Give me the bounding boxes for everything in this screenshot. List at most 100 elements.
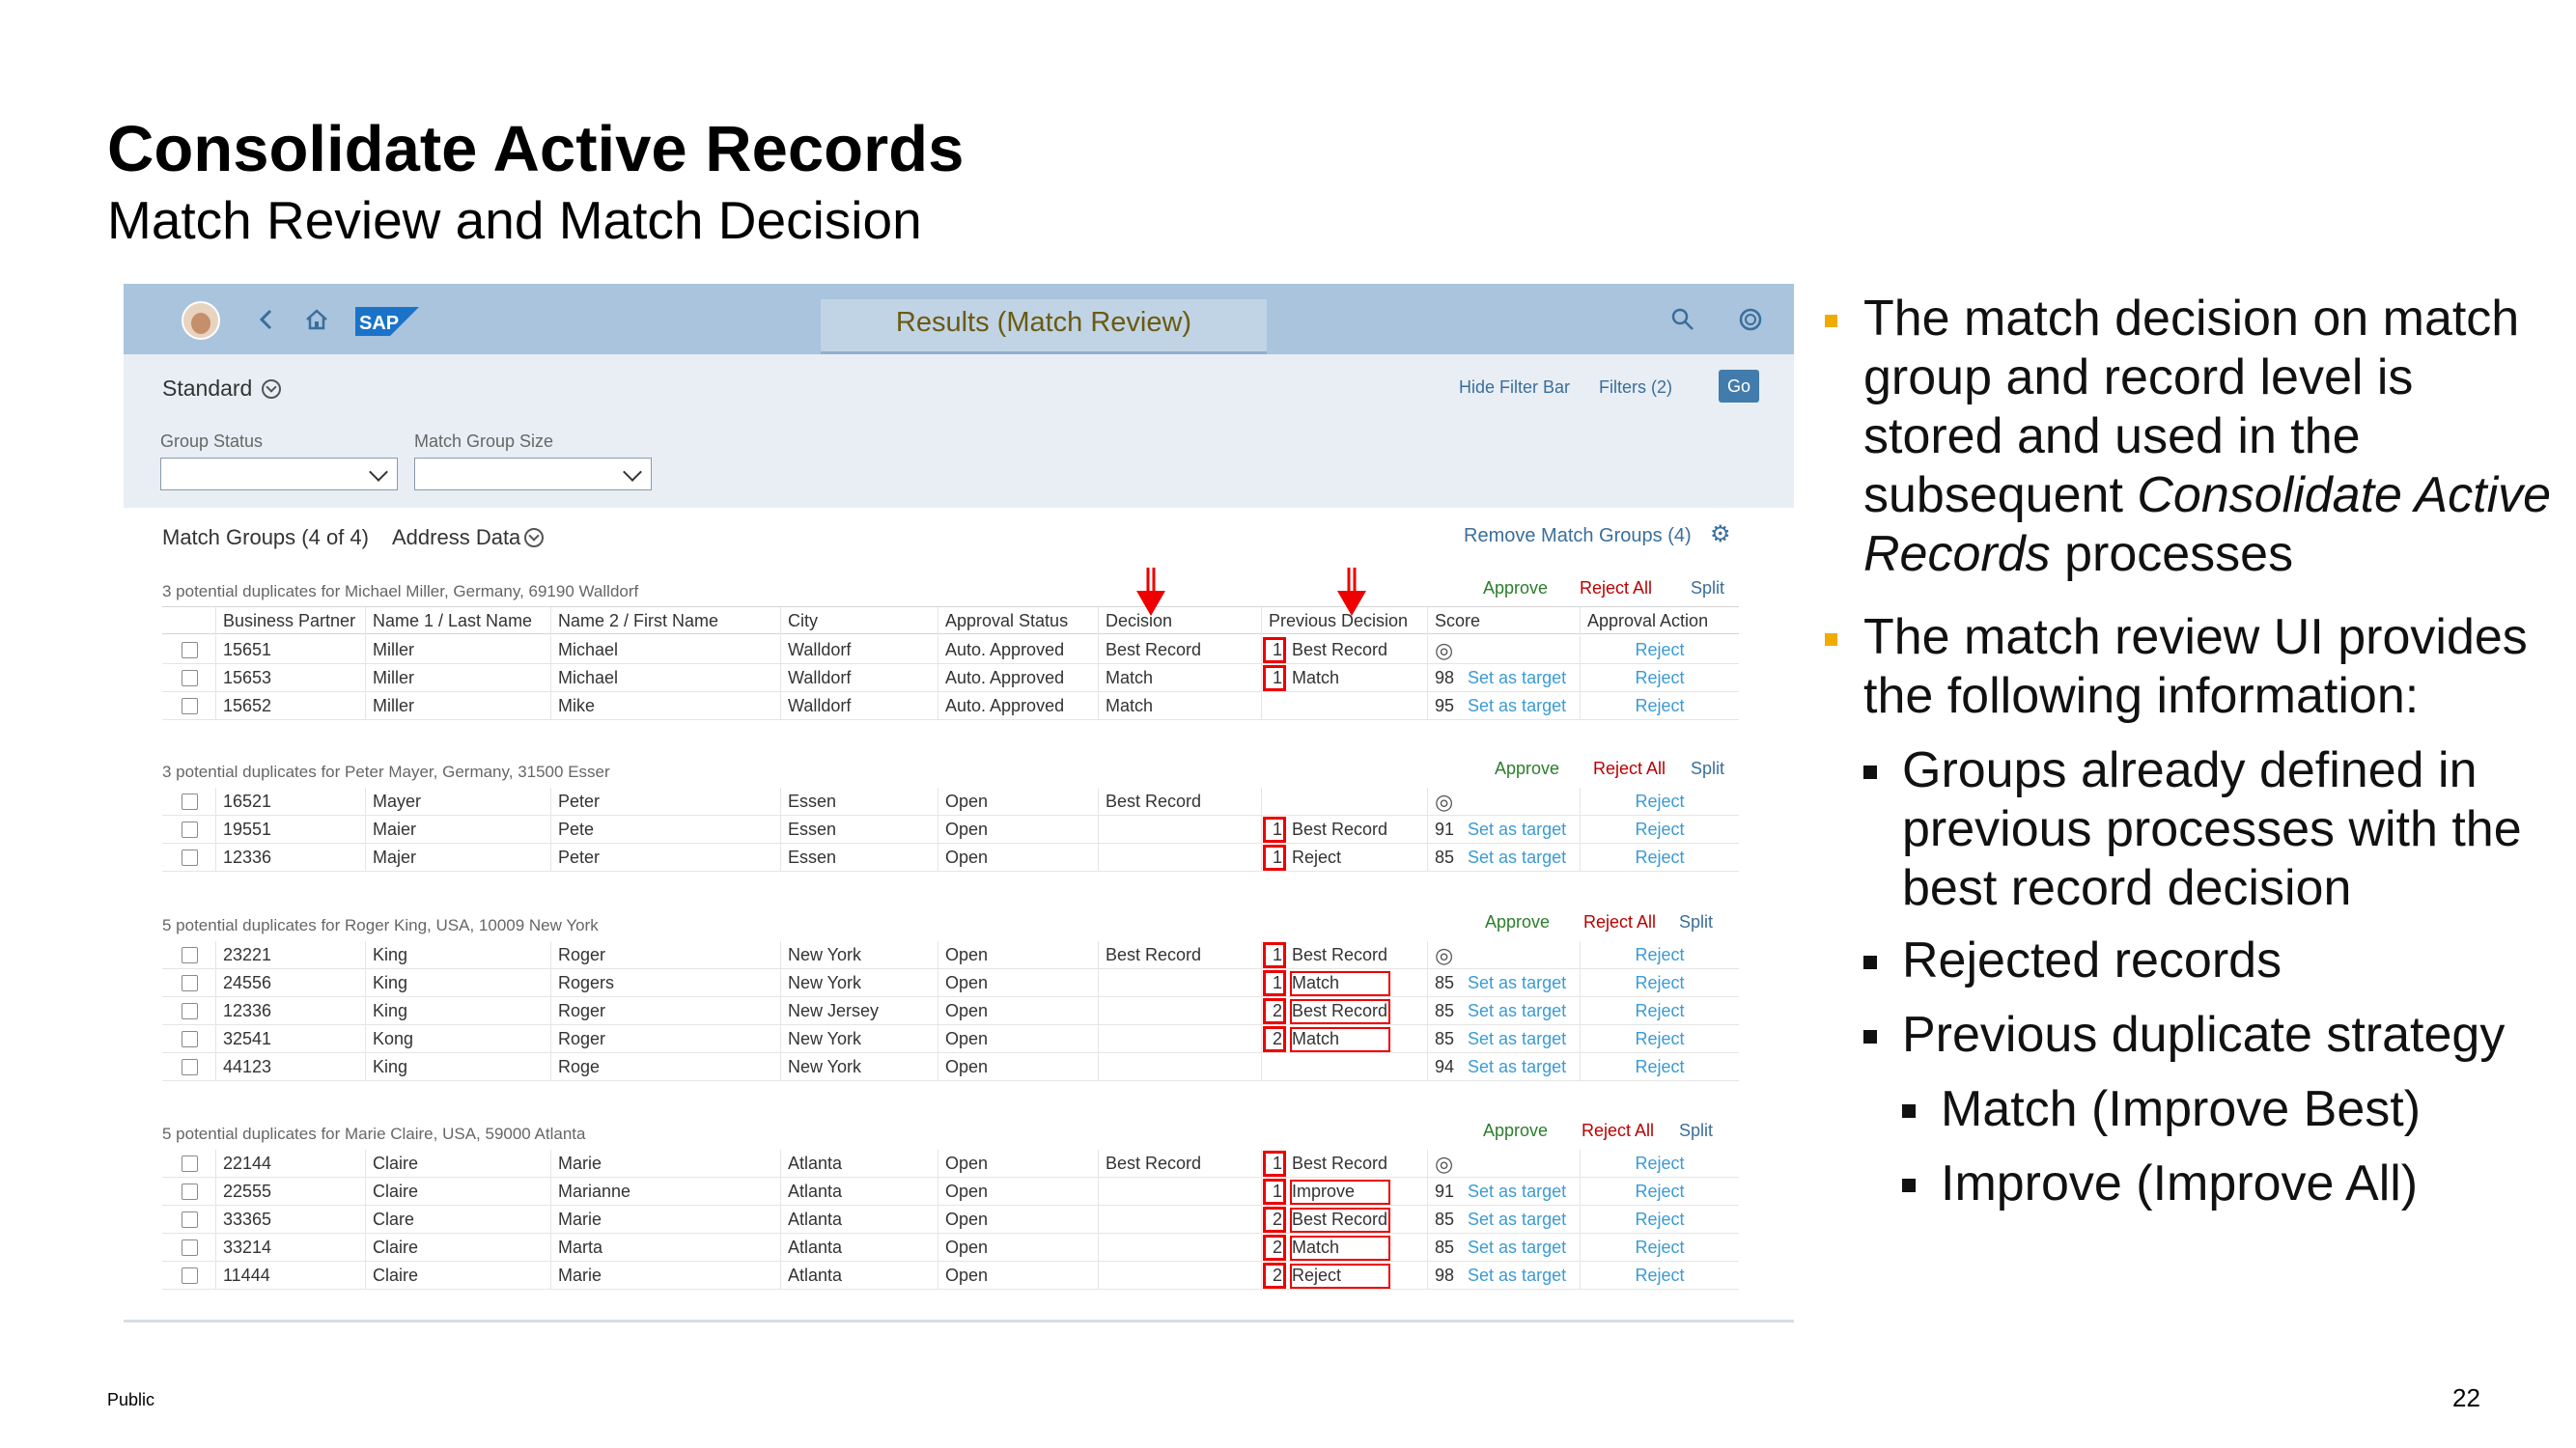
table-row[interactable]: 11444 Claire Marie Atlanta Open 2 Reject 98 Set … xyxy=(162,1262,1739,1290)
decision-cell xyxy=(1098,1053,1261,1081)
set-as-target-link[interactable]: Set as target xyxy=(1468,1029,1566,1048)
row-checkbox[interactable] xyxy=(182,849,198,866)
set-as-target-link[interactable]: Set as target xyxy=(1468,1238,1566,1257)
reject-link[interactable]: Reject xyxy=(1635,792,1684,811)
column-header[interactable]: Name 2 / First Name xyxy=(550,607,780,635)
row-checkbox[interactable] xyxy=(182,1183,198,1200)
set-as-target-link[interactable]: Set as target xyxy=(1468,668,1566,687)
table-row[interactable]: 15651 Miller Michael Walldorf Auto. Approved… xyxy=(162,636,1739,664)
table-row[interactable]: 16521 Mayer Peter Essen Open Best Record ◎ Reje… xyxy=(162,788,1739,816)
approve-button[interactable]: Approve xyxy=(1483,1121,1548,1141)
row-checkbox[interactable] xyxy=(182,975,198,991)
column-header[interactable]: Approval Action xyxy=(1580,607,1739,635)
column-header[interactable]: Business Partner xyxy=(215,607,365,635)
table-row[interactable]: 32541 Kong Roger New York Open 2 Match 85 Set as… xyxy=(162,1025,1739,1053)
filters-button[interactable]: Filters (2) xyxy=(1599,377,1672,398)
business-partner-cell: 15652 xyxy=(215,692,365,720)
set-as-target-link[interactable]: Set as target xyxy=(1468,820,1566,839)
set-as-target-link[interactable]: Set as target xyxy=(1468,1057,1566,1076)
reject-link[interactable]: Reject xyxy=(1635,1001,1684,1020)
row-checkbox[interactable] xyxy=(182,1059,198,1075)
search-icon[interactable] xyxy=(1668,305,1697,334)
column-header[interactable]: Score xyxy=(1427,607,1580,635)
reject-link[interactable]: Reject xyxy=(1635,848,1684,867)
column-header[interactable]: Name 1 / Last Name xyxy=(365,607,550,635)
copilot-icon[interactable] xyxy=(1736,305,1765,334)
set-as-target-link[interactable]: Set as target xyxy=(1468,848,1566,867)
back-icon[interactable] xyxy=(252,305,281,334)
table-row[interactable]: 15652 Miller Mike Walldorf Auto. Approved Mat… xyxy=(162,692,1739,720)
go-button[interactable]: Go xyxy=(1719,370,1759,403)
row-checkbox[interactable] xyxy=(182,1031,198,1047)
row-checkbox[interactable] xyxy=(182,794,198,810)
table-row[interactable]: 44123 King Roge New York Open 94 Set as target… xyxy=(162,1053,1739,1081)
avatar[interactable] xyxy=(182,301,220,340)
reject-all-button[interactable]: Reject All xyxy=(1583,912,1656,933)
variant-selector[interactable]: Standard xyxy=(162,376,282,402)
column-header[interactable]: Approval Status xyxy=(938,607,1098,635)
reject-link[interactable]: Reject xyxy=(1635,1154,1684,1173)
reject-link[interactable]: Reject xyxy=(1635,668,1684,687)
home-icon[interactable] xyxy=(302,305,331,334)
row-checkbox[interactable] xyxy=(182,1267,198,1284)
reject-link[interactable]: Reject xyxy=(1635,1057,1684,1076)
reject-link[interactable]: Reject xyxy=(1635,1210,1684,1229)
row-checkbox[interactable] xyxy=(182,947,198,963)
approve-button[interactable]: Approve xyxy=(1495,759,1559,779)
row-checkbox[interactable] xyxy=(182,642,198,658)
row-checkbox[interactable] xyxy=(182,1211,198,1228)
table-row[interactable]: 33365 Clare Marie Atlanta Open 2 Best Record 85… xyxy=(162,1206,1739,1234)
approve-button[interactable]: Approve xyxy=(1483,578,1548,599)
approve-button[interactable]: Approve xyxy=(1485,912,1550,933)
reject-link[interactable]: Reject xyxy=(1635,1238,1684,1257)
reject-link[interactable]: Reject xyxy=(1635,696,1684,715)
table-row[interactable]: 23221 King Roger New York Open Best Record 1 Be… xyxy=(162,941,1739,969)
split-button[interactable]: Split xyxy=(1679,912,1713,933)
set-as-target-link[interactable]: Set as target xyxy=(1468,973,1566,992)
chevron-down-icon[interactable] xyxy=(524,528,545,547)
column-header[interactable]: Decision xyxy=(1098,607,1261,635)
table-row[interactable]: 33214 Claire Marta Atlanta Open 2 Match 85 Set a… xyxy=(162,1234,1739,1262)
reject-link[interactable]: Reject xyxy=(1635,973,1684,992)
table-row[interactable]: 15653 Miller Michael Walldorf Auto. Approved… xyxy=(162,664,1739,692)
row-checkbox[interactable] xyxy=(182,1003,198,1019)
reject-link[interactable]: Reject xyxy=(1635,640,1684,659)
split-button[interactable]: Split xyxy=(1691,578,1724,599)
row-checkbox[interactable] xyxy=(182,698,198,714)
row-checkbox[interactable] xyxy=(182,670,198,686)
table-row[interactable]: 22144 Claire Marie Atlanta Open Best Record 1 B… xyxy=(162,1150,1739,1178)
table-row[interactable]: 12336 Majer Peter Essen Open 1 Reject 85 Set as … xyxy=(162,844,1739,872)
gear-icon[interactable]: ⚙ xyxy=(1710,523,1731,546)
column-header[interactable]: City xyxy=(780,607,938,635)
set-as-target-link[interactable]: Set as target xyxy=(1468,1266,1566,1285)
match-group-size-select[interactable] xyxy=(414,458,652,490)
reject-link[interactable]: Reject xyxy=(1635,820,1684,839)
row-checkbox[interactable] xyxy=(182,1156,198,1172)
chevron-down-icon[interactable] xyxy=(262,379,282,399)
decision-cell: Best Record xyxy=(1098,941,1261,969)
reject-all-button[interactable]: Reject All xyxy=(1582,1121,1654,1141)
address-data-selector[interactable]: Address Data xyxy=(392,525,545,550)
split-button[interactable]: Split xyxy=(1691,759,1724,779)
score-value: 95 xyxy=(1435,696,1455,715)
table-row[interactable]: 24556 King Rogers New York Open 1 Match 85 Set a… xyxy=(162,969,1739,997)
row-checkbox[interactable] xyxy=(182,821,198,838)
set-as-target-link[interactable]: Set as target xyxy=(1468,696,1566,715)
reject-link[interactable]: Reject xyxy=(1635,1029,1684,1048)
set-as-target-link[interactable]: Set as target xyxy=(1468,1210,1566,1229)
group-status-select[interactable] xyxy=(160,458,398,490)
reject-all-button[interactable]: Reject All xyxy=(1580,578,1652,599)
reject-all-button[interactable]: Reject All xyxy=(1593,759,1666,779)
set-as-target-link[interactable]: Set as target xyxy=(1468,1182,1566,1201)
row-checkbox[interactable] xyxy=(182,1239,198,1256)
hide-filter-bar-button[interactable]: Hide Filter Bar xyxy=(1459,377,1570,398)
table-row[interactable]: 19551 Maier Pete Essen Open 1 Best Record 91 Set… xyxy=(162,816,1739,844)
table-row[interactable]: 12336 King Roger New Jersey Open 2 Best Record… xyxy=(162,997,1739,1025)
reject-link[interactable]: Reject xyxy=(1635,945,1684,964)
table-row[interactable]: 22555 Claire Marianne Atlanta Open 1 Improve 91… xyxy=(162,1178,1739,1206)
reject-link[interactable]: Reject xyxy=(1635,1182,1684,1201)
set-as-target-link[interactable]: Set as target xyxy=(1468,1001,1566,1020)
split-button[interactable]: Split xyxy=(1679,1121,1713,1141)
reject-link[interactable]: Reject xyxy=(1635,1266,1684,1285)
remove-match-groups-button[interactable]: Remove Match Groups (4) xyxy=(1464,525,1692,547)
